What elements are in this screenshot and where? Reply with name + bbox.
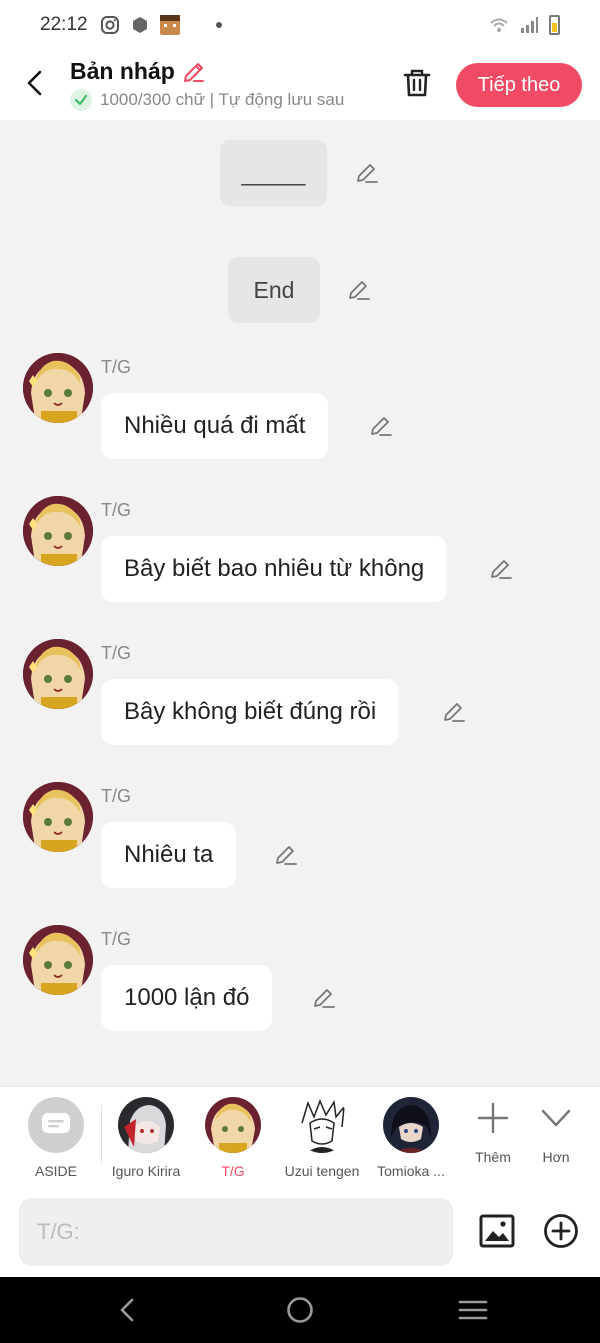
image-icon[interactable]: [478, 1212, 516, 1250]
nav-home-icon[interactable]: [285, 1295, 315, 1325]
character-label: Iguro Kirira: [111, 1163, 181, 1179]
character-bar: ASIDE Iguro Kirira T/G Uzui tengen Tomio…: [0, 1086, 600, 1188]
dot-icon: [215, 22, 222, 28]
pencil-icon[interactable]: [181, 59, 207, 85]
narration-bubble[interactable]: End: [228, 257, 320, 323]
aside-icon: [28, 1097, 84, 1153]
chat-message: T/G Bây không biết đúng rồi: [23, 639, 583, 759]
edit-icon[interactable]: [273, 842, 299, 868]
edit-icon[interactable]: [488, 556, 514, 582]
speaker-name: T/G: [101, 500, 131, 520]
battery-icon: [549, 15, 560, 35]
chat-message: T/G 1000 lận đó: [23, 925, 583, 1045]
input-bar: [0, 1188, 600, 1277]
avatar: [294, 1097, 350, 1153]
pixel-avatar-icon: [159, 15, 180, 35]
character-uzui-tengen[interactable]: Uzui tengen: [277, 1097, 367, 1179]
edit-icon[interactable]: [354, 160, 380, 186]
avatar[interactable]: [23, 496, 93, 566]
chat-message: T/G Bây biết bao nhiêu từ không: [23, 496, 583, 616]
message-bubble[interactable]: Bây không biết đúng rồi: [101, 679, 400, 745]
hexagon-icon: [132, 17, 147, 33]
avatar[interactable]: [23, 353, 93, 423]
signal-icon: [521, 17, 538, 33]
message-bubble[interactable]: Nhiêu ta: [101, 822, 237, 888]
chevron-down-icon: [541, 1109, 571, 1127]
avatar: [118, 1097, 174, 1153]
add-circle-icon[interactable]: [542, 1212, 580, 1250]
speaker-name: T/G: [101, 786, 131, 806]
instagram-icon: [100, 16, 119, 34]
title-area: Bản nháp 1000/300 chữ | Tự động lưu sau: [70, 58, 344, 111]
system-nav-bar: [0, 1277, 600, 1343]
avatar[interactable]: [23, 782, 93, 852]
check-icon: [70, 89, 92, 111]
chat-area: _____ End T/G Nhiều quá đi mất T/G Bây b…: [0, 120, 600, 1086]
message-input[interactable]: [19, 1198, 453, 1266]
trash-icon[interactable]: [400, 66, 434, 100]
speaker-name: T/G: [101, 357, 131, 377]
character-tomioka[interactable]: Tomioka ...: [366, 1097, 456, 1179]
chat-message: T/G Nhiêu ta: [23, 782, 583, 902]
edit-icon[interactable]: [311, 985, 337, 1011]
nav-menu-icon[interactable]: [458, 1295, 488, 1325]
character-label: Tomioka ...: [377, 1163, 445, 1179]
avatar[interactable]: [23, 639, 93, 709]
character-label: T/G: [221, 1163, 245, 1179]
status-time: 22:12: [40, 14, 88, 35]
speaker-name: T/G: [101, 643, 131, 663]
character-label: Uzui tengen: [284, 1163, 360, 1179]
next-button[interactable]: Tiếp theo: [456, 63, 582, 107]
message-bubble[interactable]: Nhiều quá đi mất: [101, 393, 329, 459]
edit-icon[interactable]: [441, 699, 467, 725]
character-aside[interactable]: ASIDE: [11, 1097, 101, 1179]
nav-back-icon[interactable]: [113, 1295, 143, 1325]
avatar: [383, 1097, 439, 1153]
header-bar: Bản nháp 1000/300 chữ | Tự động lưu sau …: [0, 50, 600, 120]
edit-icon[interactable]: [346, 277, 372, 303]
speaker-name: T/G: [101, 929, 131, 949]
character-label: ASIDE: [34, 1163, 77, 1179]
wifi-icon: [490, 18, 508, 32]
page-title: Bản nháp: [70, 58, 175, 84]
more-label: Hơn: [542, 1149, 570, 1165]
narration-bubble[interactable]: _____: [220, 140, 327, 206]
plus-icon: [477, 1102, 509, 1134]
character-iguro-kirira[interactable]: Iguro Kirira: [101, 1097, 191, 1179]
back-arrow-icon[interactable]: [20, 68, 50, 98]
message-bubble[interactable]: Bây biết bao nhiêu từ không: [101, 536, 448, 602]
character-tg[interactable]: T/G: [188, 1097, 278, 1179]
word-count-status: 1000/300 chữ | Tự động lưu sau: [100, 90, 345, 109]
edit-icon[interactable]: [368, 413, 394, 439]
avatar[interactable]: [23, 925, 93, 995]
status-bar: 22:12: [0, 0, 600, 50]
avatar: [205, 1097, 261, 1153]
chat-message: T/G Nhiều quá đi mất: [23, 353, 583, 473]
message-bubble[interactable]: 1000 lận đó: [101, 965, 273, 1031]
more-button[interactable]: Hơn: [511, 1101, 600, 1165]
